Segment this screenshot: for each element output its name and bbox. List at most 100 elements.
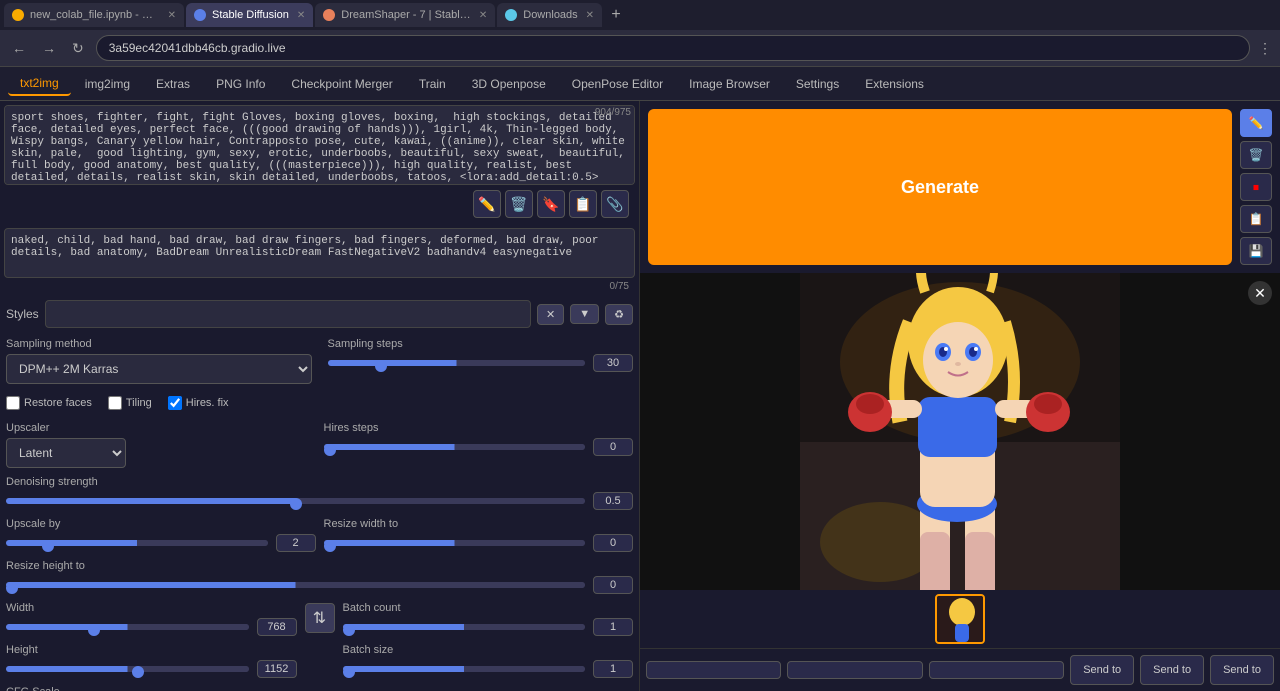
hires-steps-slider[interactable] xyxy=(324,444,586,450)
send-to-btn-1[interactable]: Send to xyxy=(1070,655,1134,685)
styles-input[interactable] xyxy=(45,300,531,328)
styles-apply-btn[interactable]: ▼ xyxy=(570,304,599,324)
save-style-button[interactable]: 🔖 xyxy=(537,190,565,218)
script-button[interactable]: 📋 xyxy=(1240,205,1272,233)
positive-prompt-textarea[interactable] xyxy=(4,105,635,185)
clear-button[interactable]: 🗑️ xyxy=(505,190,533,218)
tab-stable[interactable]: Stable Diffusion ✕ xyxy=(186,3,313,27)
upscaler-select[interactable]: Latent xyxy=(6,438,126,468)
tab-stable-label: Stable Diffusion xyxy=(212,9,289,21)
browser-actions: ⋮ xyxy=(1258,40,1272,57)
nav-openpose-editor[interactable]: OpenPose Editor xyxy=(560,73,675,95)
positive-max: 975 xyxy=(614,107,631,118)
width-label: Width xyxy=(6,602,297,614)
save-button[interactable]: 💾 xyxy=(1240,237,1272,265)
thumbnail-0[interactable] xyxy=(935,594,985,644)
height-slider[interactable] xyxy=(6,666,249,672)
tab-downloads[interactable]: Downloads ✕ xyxy=(497,3,602,27)
upscaler-group: Upscaler Latent xyxy=(6,422,316,468)
nav-image-browser-label: Image Browser xyxy=(689,77,770,91)
send-to-btn-3[interactable]: Send to xyxy=(1210,655,1274,685)
hires-fix-input[interactable] xyxy=(168,396,182,410)
action-btn-1[interactable] xyxy=(646,661,781,679)
nav-extensions[interactable]: Extensions xyxy=(853,73,936,95)
hires-fix-checkbox[interactable]: Hires. fix xyxy=(168,396,229,410)
paste-button[interactable]: 📎 xyxy=(601,190,629,218)
width-slider[interactable] xyxy=(6,624,249,630)
styles-clear-btn[interactable]: ✕ xyxy=(537,304,564,325)
tiling-input[interactable] xyxy=(108,396,122,410)
image-display: ✕ xyxy=(640,273,1280,590)
nav-3d-openpose[interactable]: 3D Openpose xyxy=(460,73,558,95)
styles-refresh-btn[interactable]: ♻ xyxy=(605,304,633,325)
upscale-by-slider-row: 2 xyxy=(6,534,316,552)
nav-3d-openpose-label: 3D Openpose xyxy=(472,77,546,91)
reload-button[interactable]: ↻ xyxy=(68,38,88,59)
nav-img2img[interactable]: img2img xyxy=(73,73,142,95)
tab-colab[interactable]: new_colab_file.ipynb - Collabora... ✕ xyxy=(4,3,184,27)
address-bar[interactable]: 3a59ec42041dbb46cb.gradio.live xyxy=(96,35,1250,61)
close-image-button[interactable]: ✕ xyxy=(1248,281,1272,305)
generate-button[interactable]: Generate xyxy=(648,109,1232,265)
height-group: Height 1152 xyxy=(6,644,297,678)
tab-colab-close[interactable]: ✕ xyxy=(168,10,176,21)
main-layout: 904/975 ✏️ 🗑️ 🔖 📋 📎 0/75 Styles ✕ ▼ xyxy=(0,101,1280,691)
copy-button[interactable]: 📋 xyxy=(569,190,597,218)
restore-faces-input[interactable] xyxy=(6,396,20,410)
side-buttons: ✏️ 🗑️ ⏹ 📋 💾 xyxy=(1240,109,1272,265)
send-to-label-3: Send to xyxy=(1223,664,1261,676)
nav-train[interactable]: Train xyxy=(407,73,458,95)
stop-button[interactable]: ⏹ xyxy=(1240,173,1272,201)
upscale-by-slider[interactable] xyxy=(6,540,268,546)
thumbnails-row xyxy=(640,590,1280,648)
batch-size-slider-row: 1 xyxy=(343,660,634,678)
batch-count-group: Batch count 1 xyxy=(343,602,634,636)
resize-height-slider[interactable] xyxy=(6,582,585,588)
denoising-row: Denoising strength 0.5 xyxy=(6,476,633,510)
tab-dreamshaper-label: DreamShaper - 7 | Stable Diffusi... xyxy=(341,9,471,21)
resize-width-value: 0 xyxy=(593,534,633,552)
send-to-btn-2[interactable]: Send to xyxy=(1140,655,1204,685)
right-top: Generate ✏️ 🗑️ ⏹ 📋 💾 xyxy=(640,101,1280,273)
nav-extras[interactable]: Extras xyxy=(144,73,202,95)
tab-dreamshaper-close[interactable]: ✕ xyxy=(479,10,487,21)
restore-faces-checkbox[interactable]: Restore faces xyxy=(6,396,92,410)
upscaler-label: Upscaler xyxy=(6,422,316,434)
action-btn-3[interactable] xyxy=(929,661,1064,679)
sampling-steps-slider[interactable] xyxy=(328,360,586,366)
nav-checkpoint-merger[interactable]: Checkpoint Merger xyxy=(279,73,404,95)
negative-prompt-textarea[interactable] xyxy=(4,228,635,278)
batch-size-slider[interactable] xyxy=(343,666,586,672)
edit-button[interactable]: ✏️ xyxy=(473,190,501,218)
new-tab-button[interactable]: + xyxy=(604,3,628,27)
action-btn-2[interactable] xyxy=(787,661,922,679)
extensions-icon[interactable]: ⋮ xyxy=(1258,40,1272,57)
sampling-method-label: Sampling method xyxy=(6,338,312,350)
browser-chrome: new_colab_file.ipynb - Collabora... ✕ St… xyxy=(0,0,1280,67)
back-button[interactable]: ← xyxy=(8,38,30,58)
upscale-by-group: Upscale by 2 xyxy=(6,518,316,552)
resize-width-label: Resize width to xyxy=(324,518,634,530)
resize-width-group: Resize width to 0 xyxy=(324,518,634,552)
tiling-checkbox[interactable]: Tiling xyxy=(108,396,152,410)
batch-count-slider[interactable] xyxy=(343,624,586,630)
tab-downloads-close[interactable]: ✕ xyxy=(586,10,594,21)
trash-button[interactable]: 🗑️ xyxy=(1240,141,1272,169)
send-to-label-1: Send to xyxy=(1083,664,1121,676)
styles-row: Styles ✕ ▼ ♻ xyxy=(0,296,639,332)
tab-dreamshaper[interactable]: DreamShaper - 7 | Stable Diffusi... ✕ xyxy=(315,3,495,27)
wh-row: Width 768 ⇅ Batch count 1 xyxy=(6,602,633,636)
nav-txt2img[interactable]: txt2img xyxy=(8,72,71,96)
forward-button[interactable]: → xyxy=(38,38,60,58)
denoising-slider[interactable] xyxy=(6,498,585,504)
resize-width-slider[interactable] xyxy=(324,540,586,546)
generated-image xyxy=(800,273,1120,590)
nav-settings[interactable]: Settings xyxy=(784,73,851,95)
right-panel: Generate ✏️ 🗑️ ⏹ 📋 💾 ✕ xyxy=(640,101,1280,691)
swap-dimensions-button[interactable]: ⇅ xyxy=(305,603,335,633)
nav-png-info[interactable]: PNG Info xyxy=(204,73,277,95)
tab-stable-close[interactable]: ✕ xyxy=(297,10,305,21)
edit-prompt-button[interactable]: ✏️ xyxy=(1240,109,1272,137)
sampling-method-select[interactable]: DPM++ 2M Karras xyxy=(6,354,312,384)
nav-image-browser[interactable]: Image Browser xyxy=(677,73,782,95)
